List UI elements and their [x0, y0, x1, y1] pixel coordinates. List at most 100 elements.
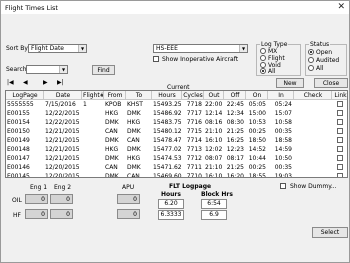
table-row[interactable]: E00155 12/22/2015 HKG DMK 15486.92 7717 12:14 1… — [6, 109, 347, 118]
cell-out: 08:07 — [205, 155, 223, 162]
hf-eng2-field[interactable]: 0 — [50, 209, 73, 219]
block-hrs-field-1[interactable]: 6:54 — [201, 199, 227, 209]
link-checkbox[interactable] — [337, 146, 343, 152]
cell-to: KHST — [127, 101, 143, 108]
cell-out: 16:10 — [205, 137, 223, 144]
log-type-flight-radio[interactable] — [260, 55, 266, 61]
table-row[interactable]: E00145 12/20/2015 DMK CAN 15469.60 7710 16:10 1… — [6, 172, 347, 178]
header-to[interactable]: To — [126, 91, 152, 100]
aircraft-value: HS-EEE — [156, 45, 178, 52]
show-inoperative-checkbox[interactable] — [153, 56, 159, 62]
header-in[interactable]: In — [268, 91, 294, 100]
cell-in: 18:58 — [274, 137, 292, 144]
cell-hours: 15469.60 — [153, 173, 182, 178]
show-inoperative-label: Show Inoperative Aircraft — [162, 56, 239, 63]
log-type-mx-radio[interactable] — [260, 48, 266, 54]
cell-check — [294, 163, 332, 172]
search-input[interactable]: ▼ — [26, 65, 68, 74]
link-checkbox[interactable] — [337, 137, 343, 143]
hf-eng1-field[interactable]: 0 — [25, 209, 48, 219]
cell-hours: 15478.47 — [153, 137, 182, 144]
hours-label: Hours — [161, 191, 181, 198]
header-date[interactable]: Date — [44, 91, 82, 100]
sort-by-select[interactable]: Flight Date ▼ — [28, 44, 87, 53]
block-hrs-label: Block Hrs — [201, 191, 233, 198]
link-checkbox[interactable] — [337, 110, 343, 116]
hours-field-1[interactable]: 6.20 — [158, 199, 184, 209]
cell-flight — [82, 118, 104, 127]
last-record-icon[interactable]: ▶| — [57, 79, 64, 86]
header-flight[interactable]: Flight# — [82, 91, 104, 100]
table-row[interactable]: E00146 12/20/2015 CAN DMK 15471.62 7711 21:10 2… — [6, 163, 347, 172]
header-cycles[interactable]: Cycles — [182, 91, 204, 100]
cell-out: 08:16 — [205, 119, 223, 126]
cell-flight — [82, 163, 104, 172]
header-check[interactable]: Check — [294, 91, 332, 100]
close-button[interactable]: Close — [314, 78, 348, 88]
header-logpage[interactable]: LogPage — [6, 91, 44, 100]
cell-hours: 15486.92 — [153, 110, 182, 117]
cell-date: 12/20/2015 — [45, 164, 80, 171]
cell-flight — [82, 154, 104, 163]
table-row[interactable]: E00147 12/21/2015 DMK HKG 15474.53 7712 08:07 0… — [6, 154, 347, 163]
status-audited-label: Audited — [316, 57, 340, 64]
cell-to: DMK — [127, 110, 141, 117]
cell-on: 18:55 — [248, 173, 266, 178]
link-checkbox[interactable] — [337, 119, 343, 125]
block-hrs-field-2[interactable]: 6.9 — [201, 210, 227, 220]
title-bar: Flight Times List ✕ — [1, 1, 349, 14]
cell-date: 12/20/2015 — [45, 173, 80, 178]
table-row[interactable]: E00154 12/22/2015 DMK HKG 15483.75 7716 08:16 0… — [6, 118, 347, 127]
header-off[interactable]: Off — [224, 91, 246, 100]
aircraft-select[interactable]: HS-EEE ▼ — [153, 44, 248, 53]
cell-to: DMK — [127, 146, 141, 153]
next-record-icon[interactable]: ▶ — [43, 79, 48, 86]
header-from[interactable]: From — [104, 91, 126, 100]
header-hours[interactable]: Hours — [152, 91, 182, 100]
cell-out: 12:14 — [205, 110, 223, 117]
link-checkbox[interactable] — [337, 173, 343, 177]
select-button[interactable]: Select — [312, 227, 348, 238]
cell-off: 22:45 — [226, 101, 244, 108]
first-record-icon[interactable]: |◀ — [7, 79, 14, 86]
status-all-radio[interactable] — [308, 65, 314, 71]
show-dummy-checkbox[interactable] — [280, 183, 286, 189]
table-row[interactable]: 5555555 7/15/2016 1 KPOB KHST 15493.25 7718 22:… — [6, 100, 347, 109]
cell-from: HKG — [105, 146, 119, 153]
cell-cycles: 7713 — [186, 146, 202, 153]
header-on[interactable]: On — [246, 91, 268, 100]
cell-flight — [82, 145, 104, 154]
oil-apu-field[interactable]: 0 — [117, 194, 140, 204]
search-label: Search — [6, 66, 27, 73]
cell-hours: 15480.12 — [153, 128, 182, 135]
cell-flight: 1 — [83, 101, 87, 108]
prev-record-icon[interactable]: ◀ — [23, 79, 28, 86]
table-row[interactable]: E00150 12/21/2015 CAN DMK 15480.12 7715 21:10 2… — [6, 127, 347, 136]
cell-on: 05:05 — [248, 101, 266, 108]
header-link[interactable]: Link — [332, 91, 347, 100]
cell-to: HKG — [127, 155, 141, 162]
status-audited-radio[interactable] — [308, 57, 314, 63]
cell-in: 14:59 — [274, 146, 292, 153]
link-checkbox[interactable] — [337, 128, 343, 134]
find-button[interactable]: Find — [92, 65, 115, 75]
hours-field-2[interactable]: 6.3333 — [158, 210, 184, 220]
cell-on: 10:44 — [248, 155, 266, 162]
oil-eng2-field[interactable]: 0 — [50, 194, 73, 204]
header-out[interactable]: Out — [204, 91, 224, 100]
link-checkbox[interactable] — [337, 164, 343, 170]
cell-off: 12:34 — [226, 110, 244, 117]
status-open-radio[interactable] — [308, 49, 314, 55]
cell-off: 12:23 — [226, 146, 244, 153]
link-checkbox[interactable] — [337, 101, 343, 107]
hf-apu-field[interactable]: 0 — [117, 209, 140, 219]
table-row[interactable]: E00148 12/21/2015 HKG DMK 15477.02 7713 12:02 1… — [6, 145, 347, 154]
cell-in: 00:35 — [274, 164, 292, 171]
new-button[interactable]: New — [276, 78, 304, 88]
oil-eng1-field[interactable]: 0 — [25, 194, 48, 204]
close-icon[interactable]: ✕ — [337, 2, 345, 12]
table-row[interactable]: E00149 12/21/2015 DMK CAN 15478.47 7714 16:10 1… — [6, 136, 347, 145]
cell-date: 12/21/2015 — [45, 128, 80, 135]
log-type-all-radio[interactable] — [260, 68, 266, 74]
link-checkbox[interactable] — [337, 155, 343, 161]
